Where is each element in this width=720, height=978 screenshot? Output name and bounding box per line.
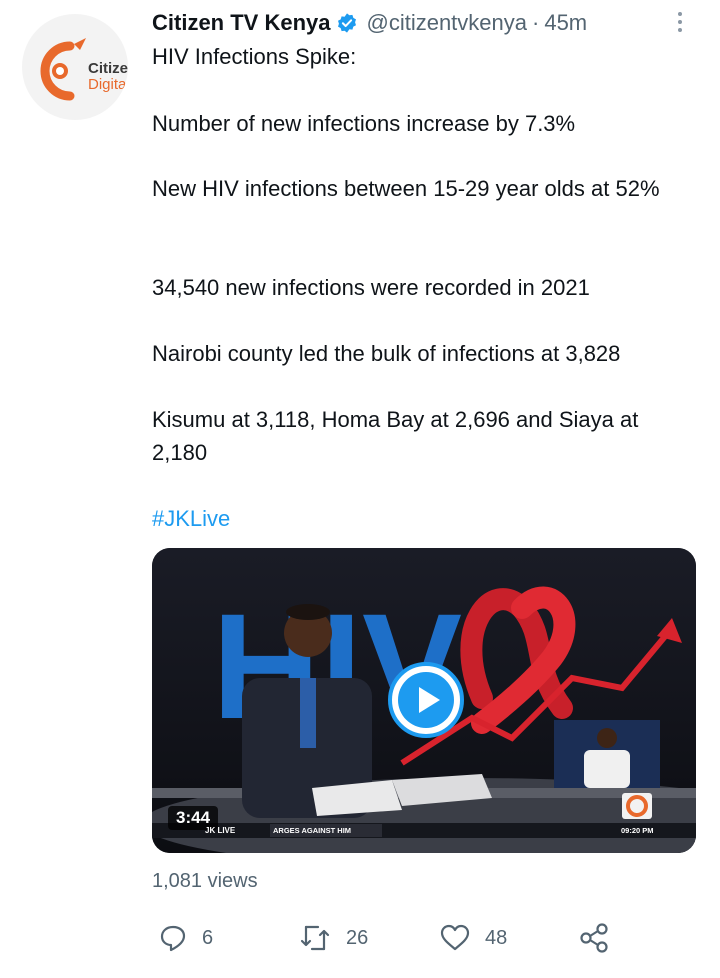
reply-button[interactable]: 6 xyxy=(158,918,213,958)
reply-count: 6 xyxy=(202,926,214,949)
video-ticker-banner: ARGES AGAINST HIM xyxy=(270,824,382,837)
more-options-icon[interactable] xyxy=(670,8,690,38)
avatar-brand-line1: Citizen xyxy=(88,60,128,77)
video-ticker-left: JK LIVE xyxy=(205,826,236,835)
view-count: 1,081 views xyxy=(152,870,258,892)
verified-badge-icon xyxy=(338,13,357,33)
author-avatar[interactable]: Citizen Digital xyxy=(22,14,128,120)
share-icon xyxy=(580,923,608,953)
like-icon xyxy=(440,924,470,951)
tweet-header: Citizen TV Kenya @citizentvkenya · 45m xyxy=(152,8,587,38)
share-button[interactable] xyxy=(578,918,610,958)
video-ticker-text: ARGES AGAINST HIM xyxy=(273,826,352,835)
reply-icon xyxy=(160,925,186,952)
tweet-title-line: HIV Infections Spike: xyxy=(152,44,357,69)
tweet-line-5: Kisumu at 3,118, Homa Bay at 2,696 and S… xyxy=(152,407,639,465)
tweet-line-3: 34,540 new infections were recorded in 2… xyxy=(152,275,590,300)
retweet-icon xyxy=(300,925,330,951)
tweet-line-4: Nairobi county led the bulk of infection… xyxy=(152,341,621,366)
hashtag-link[interactable]: #JKLive xyxy=(152,502,702,535)
video-ticker-time: 09:20 PM xyxy=(621,826,654,835)
like-button[interactable]: 48 xyxy=(439,918,507,958)
tweet-line-1: Number of new infections increase by 7.3… xyxy=(152,111,576,136)
header-separator: · xyxy=(532,10,540,35)
tweet-actions: 6 26 48 xyxy=(152,918,632,958)
avatar-brand-line2: Digital xyxy=(88,76,128,93)
author-name[interactable]: Citizen TV Kenya xyxy=(152,10,330,36)
like-count: 48 xyxy=(485,926,508,949)
retweet-count: 26 xyxy=(346,926,369,949)
author-handle[interactable]: @citizentvkenya xyxy=(366,10,527,36)
retweet-button[interactable]: 26 xyxy=(298,918,368,958)
tweet-line-2: New HIV infections between 15-29 year ol… xyxy=(152,176,660,201)
play-button[interactable] xyxy=(388,662,464,738)
play-icon xyxy=(419,687,440,713)
tweet-timestamp[interactable]: 45m xyxy=(544,10,587,36)
